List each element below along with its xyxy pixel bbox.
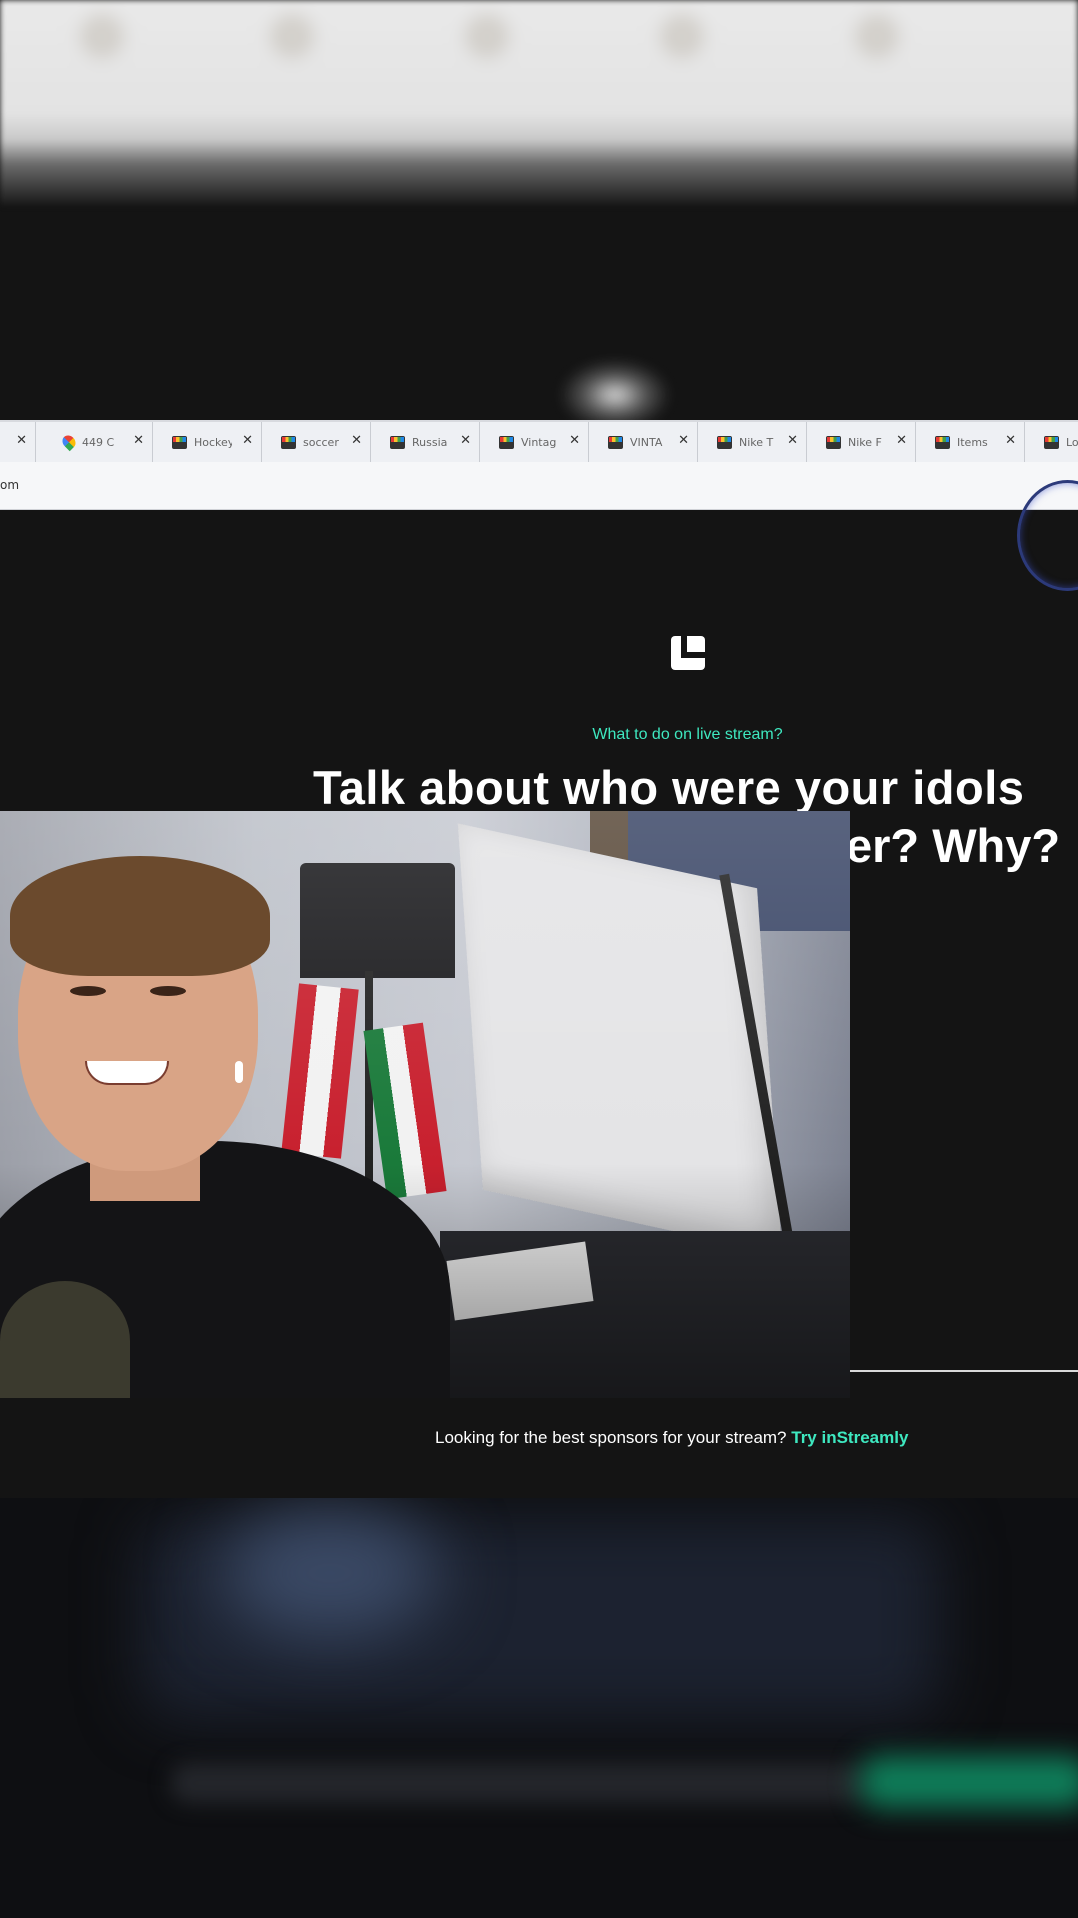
tab-label: Nike T: [739, 435, 774, 449]
blurred-bottom-region: [0, 1498, 1078, 1918]
tab-label: NT: [0, 436, 6, 449]
url-text: om: [0, 478, 20, 492]
person-smile: [85, 1061, 169, 1085]
site-logo[interactable]: [671, 636, 705, 670]
close-icon[interactable]: ✕: [896, 433, 907, 448]
earbud: [235, 1061, 243, 1083]
microphone: [0, 1281, 130, 1398]
close-icon[interactable]: ✕: [787, 433, 798, 448]
browser-tab-strip: NT ✕ 449 C ✕ Hockey ✕ soccer ✕ Russia ✕ …: [0, 420, 1078, 462]
headline: Talk about who were your idols: [313, 761, 1025, 814]
webcam-overlay: [0, 811, 850, 1398]
store-icon: [499, 435, 514, 449]
divider: [850, 1370, 1078, 1372]
blurred-shape: [855, 14, 899, 58]
browser-tab[interactable]: Items ✕: [917, 422, 1025, 462]
blurred-shape: [270, 14, 314, 58]
tab-label: Nike F: [848, 435, 882, 449]
address-bar[interactable]: om: [0, 462, 1078, 510]
browser-tab[interactable]: 449 C ✕: [45, 422, 153, 462]
browser-tab[interactable]: Hockey ✕: [154, 422, 262, 462]
blurred-shape: [170, 1763, 870, 1803]
browser-tab[interactable]: Vintag ✕: [481, 422, 589, 462]
tab-label: soccer: [303, 435, 339, 449]
close-icon[interactable]: ✕: [678, 433, 689, 448]
close-icon[interactable]: ✕: [16, 433, 27, 448]
close-icon[interactable]: ✕: [460, 433, 471, 448]
store-icon: [826, 435, 841, 449]
store-icon: [281, 435, 296, 449]
store-icon: [608, 435, 623, 449]
close-icon[interactable]: ✕: [351, 433, 362, 448]
blurred-button: [860, 1756, 1078, 1808]
blurred-shape: [80, 14, 124, 58]
store-icon: [172, 435, 187, 449]
browser-tab[interactable]: VINTA ✕: [590, 422, 698, 462]
tab-label: Items: [957, 435, 988, 449]
store-icon: [717, 435, 732, 449]
close-icon[interactable]: ✕: [569, 433, 580, 448]
close-icon[interactable]: ✕: [242, 433, 253, 448]
try-instreamly-link[interactable]: Try inStreamly: [791, 1428, 908, 1447]
question-label: What to do on live stream?: [592, 726, 783, 743]
browser-tab[interactable]: Nike F ✕: [808, 422, 916, 462]
blurred-top-region: [0, 0, 1078, 205]
headline-continuation: er? Why?: [846, 819, 1061, 872]
tab-label: Lo: [1066, 435, 1078, 449]
browser-tab[interactable]: soccer ✕: [263, 422, 371, 462]
close-icon[interactable]: ✕: [133, 433, 144, 448]
sponsor-line: Looking for the best sponsors for your s…: [435, 1428, 908, 1448]
blurred-shape: [220, 1508, 440, 1638]
tab-label: Hockey: [194, 435, 232, 449]
blurred-shape: [465, 14, 509, 58]
person-eye: [150, 986, 186, 996]
close-icon[interactable]: ✕: [1005, 433, 1016, 448]
maps-pin-icon: [59, 432, 79, 452]
person-hair: [10, 856, 270, 976]
tab-label: VINTA: [630, 435, 663, 449]
tab-label: 449 C: [82, 435, 115, 449]
store-icon: [390, 435, 405, 449]
browser-tab[interactable]: Nike T ✕: [699, 422, 807, 462]
person-eye: [70, 986, 106, 996]
tab-label: Vintag: [521, 435, 557, 449]
sponsor-text: Looking for the best sponsors for your s…: [435, 1428, 787, 1447]
store-icon: [1044, 435, 1059, 449]
store-icon: [935, 435, 950, 449]
browser-tab[interactable]: Lo: [1026, 422, 1078, 462]
tab-label: Russia: [412, 435, 448, 449]
blurred-shape: [660, 14, 704, 58]
browser-tab[interactable]: Russia ✕: [372, 422, 480, 462]
browser-tab[interactable]: NT ✕: [0, 422, 36, 462]
